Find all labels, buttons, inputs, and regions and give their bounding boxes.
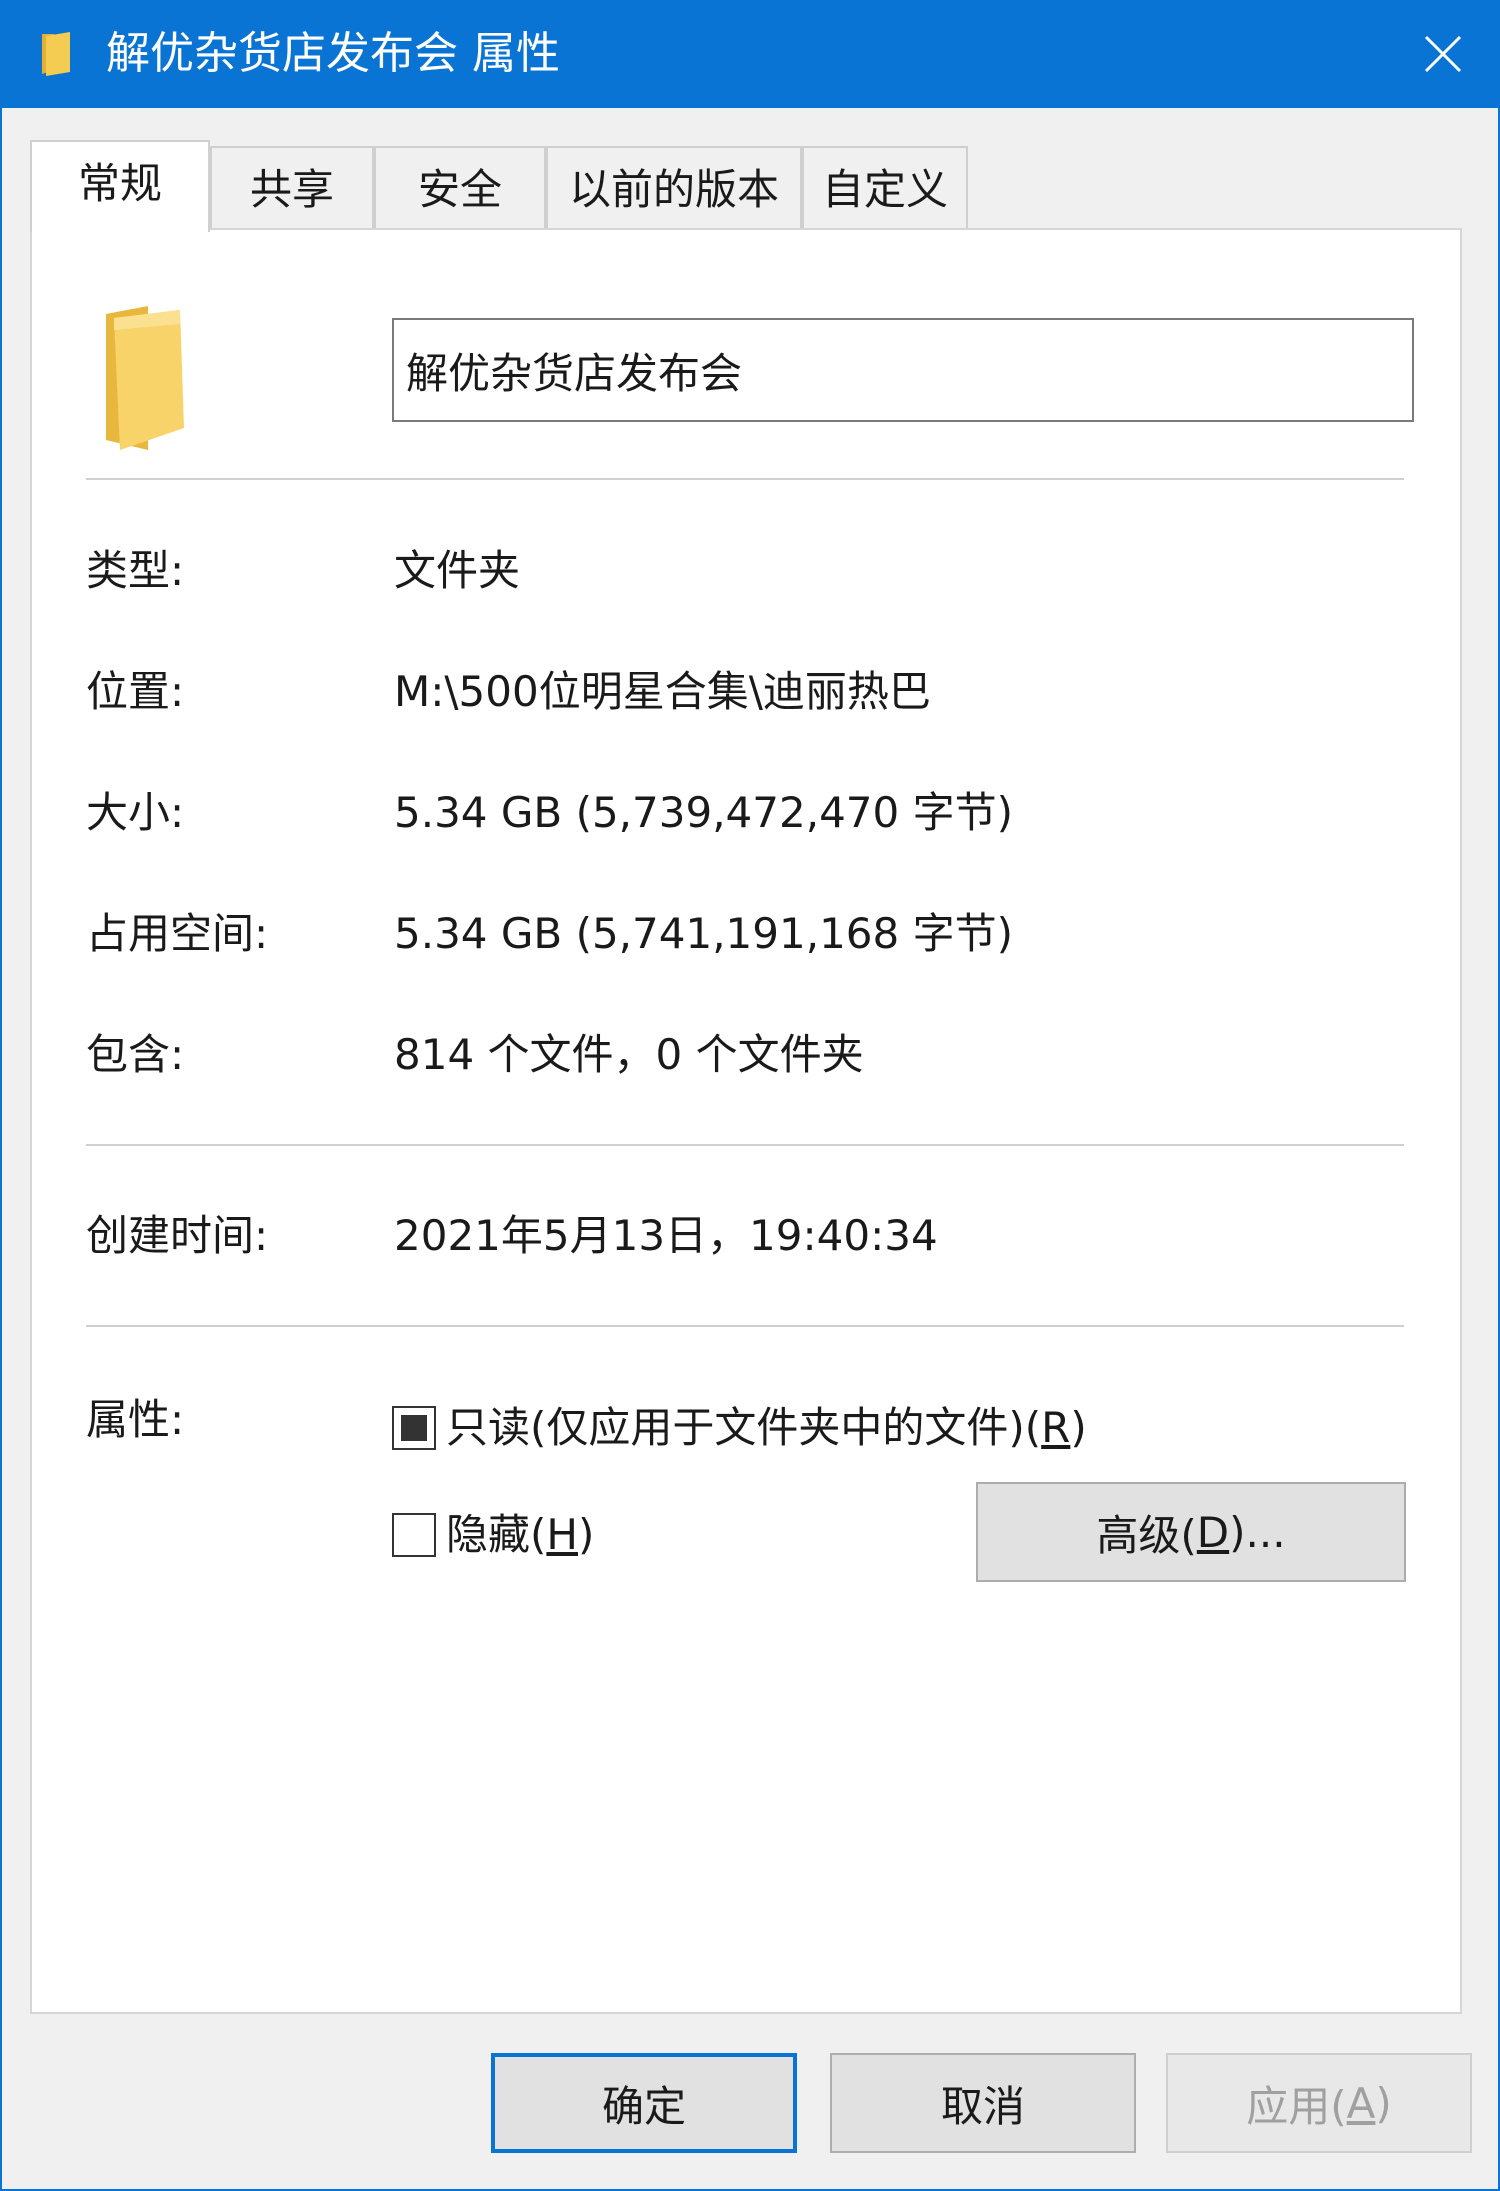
readonly-checkbox[interactable] xyxy=(392,1406,436,1450)
apply-button[interactable]: 应用(A) xyxy=(1166,2053,1472,2153)
hidden-checkbox-row[interactable]: 隐藏(H) xyxy=(392,1507,594,1563)
indeterminate-mark xyxy=(401,1415,427,1441)
type-value: 文件夹 xyxy=(394,546,521,595)
location-label: 位置: xyxy=(86,667,185,716)
disk-size-value: 5.34 GB (5,741,191,168 字节) xyxy=(394,909,1013,958)
divider xyxy=(86,478,1404,480)
size-label: 大小: xyxy=(86,788,185,837)
folder-name-input[interactable] xyxy=(392,318,1414,422)
tab-sharing[interactable]: 共享 xyxy=(210,146,374,230)
hidden-label: 隐藏(H) xyxy=(446,1510,595,1559)
disk-size-label: 占用空间: xyxy=(86,909,269,958)
folder-icon xyxy=(106,306,184,450)
cancel-button[interactable]: 取消 xyxy=(830,2053,1136,2153)
divider xyxy=(86,1325,1404,1327)
type-label: 类型: xyxy=(86,546,185,595)
advanced-button[interactable]: 高级(D)... xyxy=(976,1482,1406,1582)
created-value: 2021年5月13日，19:40:34 xyxy=(394,1211,938,1260)
tab-security[interactable]: 安全 xyxy=(374,146,546,230)
title-folder-icon xyxy=(42,32,70,76)
general-panel xyxy=(30,228,1462,2014)
divider xyxy=(86,1144,1404,1146)
close-icon xyxy=(1424,35,1462,73)
attributes-label: 属性: xyxy=(86,1395,185,1444)
contains-label: 包含: xyxy=(86,1030,185,1079)
close-button[interactable] xyxy=(1400,22,1486,86)
location-value: M:\500位明星合集\迪丽热巴 xyxy=(394,667,931,716)
hidden-checkbox[interactable] xyxy=(392,1513,436,1557)
readonly-checkbox-row[interactable]: 只读(仅应用于文件夹中的文件)(R) xyxy=(392,1400,1087,1456)
tab-previous-versions[interactable]: 以前的版本 xyxy=(546,146,802,230)
created-label: 创建时间: xyxy=(86,1211,269,1260)
ok-button[interactable]: 确定 xyxy=(491,2053,797,2153)
tab-general[interactable]: 常规 xyxy=(30,140,210,232)
tab-customize[interactable]: 自定义 xyxy=(802,146,968,230)
readonly-label: 只读(仅应用于文件夹中的文件)(R) xyxy=(446,1403,1087,1452)
title-bar: 解优杂货店发布会 属性 xyxy=(0,0,1500,108)
contains-value: 814 个文件，0 个文件夹 xyxy=(394,1030,864,1079)
size-value: 5.34 GB (5,739,472,470 字节) xyxy=(394,788,1013,837)
window-title: 解优杂货店发布会 属性 xyxy=(106,28,560,79)
